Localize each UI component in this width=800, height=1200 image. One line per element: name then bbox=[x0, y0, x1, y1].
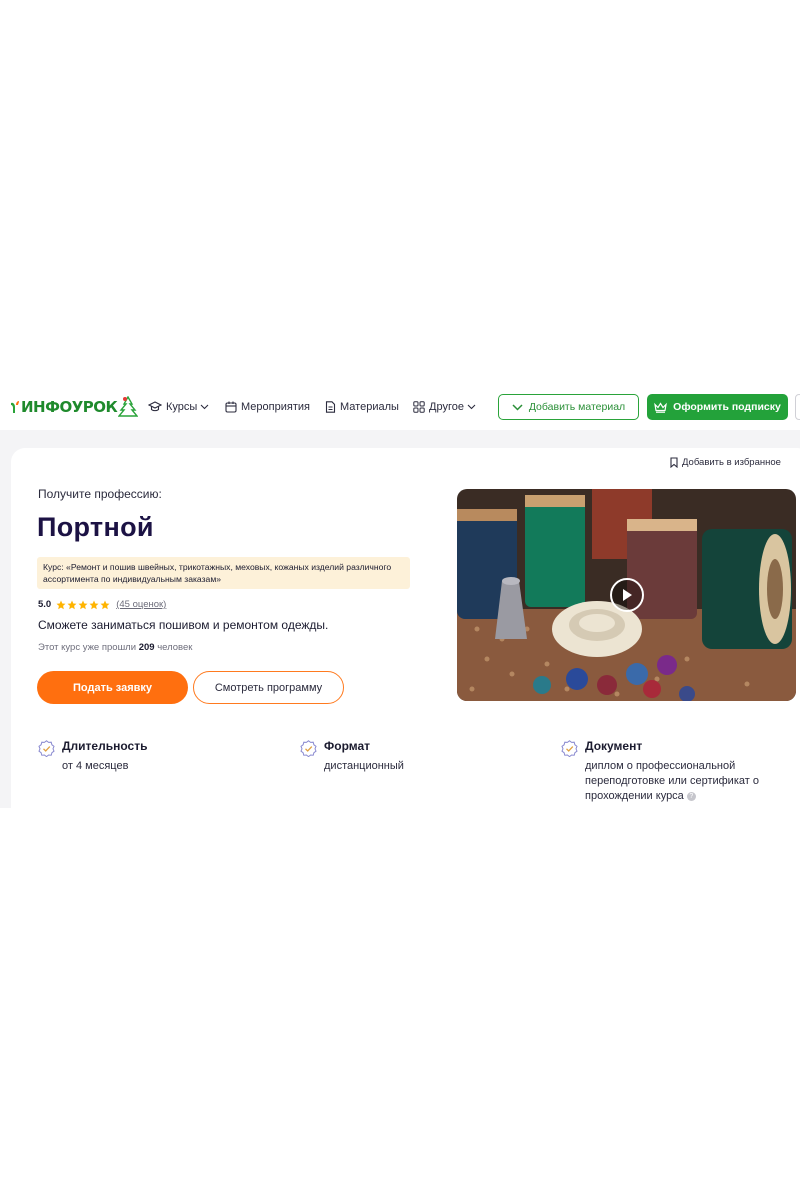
feature-document-value: диплом о профессиональной переподготовке… bbox=[585, 759, 785, 804]
apply-button[interactable]: Подать заявку bbox=[37, 671, 188, 704]
rating-row: 5.0 (45 оценок) bbox=[38, 599, 166, 610]
help-icon[interactable]: ? bbox=[686, 791, 696, 801]
christmas-tree-icon bbox=[118, 396, 139, 417]
nav-materials-label: Материалы bbox=[340, 401, 399, 413]
passed-suffix: человек bbox=[157, 642, 193, 653]
passed-count: 209 bbox=[138, 642, 155, 653]
add-material-label: Добавить материал bbox=[528, 401, 626, 413]
add-to-favorites[interactable]: Добавить в избранное bbox=[670, 457, 781, 468]
feature-document-text: диплом о профессиональной переподготовке… bbox=[585, 760, 759, 802]
feature-format-value: дистанционный bbox=[324, 760, 404, 772]
nav-other-label: Другое bbox=[429, 401, 464, 413]
crown-icon bbox=[654, 401, 668, 413]
add-to-favorites-label: Добавить в избранное bbox=[682, 457, 781, 468]
feature-document-title: Документ bbox=[585, 739, 643, 753]
play-button[interactable] bbox=[610, 578, 644, 612]
nav-courses[interactable]: Курсы bbox=[148, 398, 209, 416]
page-title: Портной bbox=[37, 512, 154, 542]
star-icon bbox=[67, 600, 77, 609]
document-icon bbox=[325, 401, 336, 413]
rating-value: 5.0 bbox=[38, 599, 52, 610]
passed-prefix: Этот курс уже прошли bbox=[38, 642, 137, 653]
profession-kicker: Получите профессию: bbox=[38, 487, 162, 501]
add-material-button[interactable]: Добавить материал bbox=[498, 394, 639, 420]
star-icon bbox=[78, 600, 88, 609]
page-screenshot: ИНФОУРОК Курсы Мероприятия Материалы Дру… bbox=[0, 382, 800, 808]
subscribe-button[interactable]: Оформить подписку bbox=[647, 394, 788, 420]
check-badge-icon bbox=[561, 740, 578, 757]
feature-duration-title: Длительность bbox=[62, 739, 148, 753]
nav-courses-label: Курсы bbox=[166, 401, 198, 413]
course-note: Курс: «Ремонт и пошив швейных, трикотажн… bbox=[37, 557, 410, 589]
nav-events-label: Мероприятия bbox=[241, 401, 310, 413]
grid-icon bbox=[413, 401, 425, 413]
header-edge-button[interactable] bbox=[795, 394, 800, 420]
feature-format: Формат дистанционный bbox=[300, 739, 404, 774]
star-icon bbox=[100, 600, 110, 609]
check-badge-icon bbox=[38, 740, 55, 757]
bookmark-icon bbox=[670, 457, 678, 468]
graduation-cap-icon bbox=[148, 401, 162, 412]
logo[interactable]: ИНФОУРОК bbox=[10, 394, 139, 420]
chevron-down-icon bbox=[467, 404, 476, 410]
check-badge-icon bbox=[300, 740, 317, 757]
leaf-icon bbox=[11, 401, 19, 413]
play-icon bbox=[623, 589, 632, 601]
rating-stars bbox=[56, 600, 111, 610]
reviews-link[interactable]: (45 оценок) bbox=[116, 599, 166, 610]
view-program-button[interactable]: Смотреть программу bbox=[193, 671, 344, 704]
nav-materials[interactable]: Материалы bbox=[325, 398, 399, 416]
star-icon bbox=[89, 600, 99, 609]
chevron-down-icon bbox=[200, 404, 209, 410]
star-icon bbox=[56, 600, 66, 609]
chevron-down-icon bbox=[512, 403, 523, 411]
logo-text: ИНФОУРОК bbox=[21, 398, 118, 416]
course-video[interactable] bbox=[457, 489, 796, 701]
feature-duration: Длительность от 4 месяцев bbox=[38, 739, 147, 774]
view-program-label: Смотреть программу bbox=[214, 681, 323, 694]
students-passed: Этот курс уже прошли 209 человек bbox=[38, 642, 192, 653]
apply-button-label: Подать заявку bbox=[72, 681, 153, 694]
feature-duration-value: от 4 месяцев bbox=[62, 760, 129, 772]
nav-other[interactable]: Другое bbox=[413, 398, 476, 416]
nav-events[interactable]: Мероприятия bbox=[225, 398, 310, 416]
calendar-icon bbox=[225, 401, 237, 413]
course-tagline: Сможете заниматься пошивом и ремонтом од… bbox=[38, 618, 329, 632]
feature-format-title: Формат bbox=[324, 739, 371, 753]
subscribe-label: Оформить подписку bbox=[673, 401, 781, 413]
feature-document: Документ диплом о профессиональной переп… bbox=[561, 739, 785, 804]
site-header: ИНФОУРОК Курсы Мероприятия Материалы Дру… bbox=[0, 382, 800, 430]
